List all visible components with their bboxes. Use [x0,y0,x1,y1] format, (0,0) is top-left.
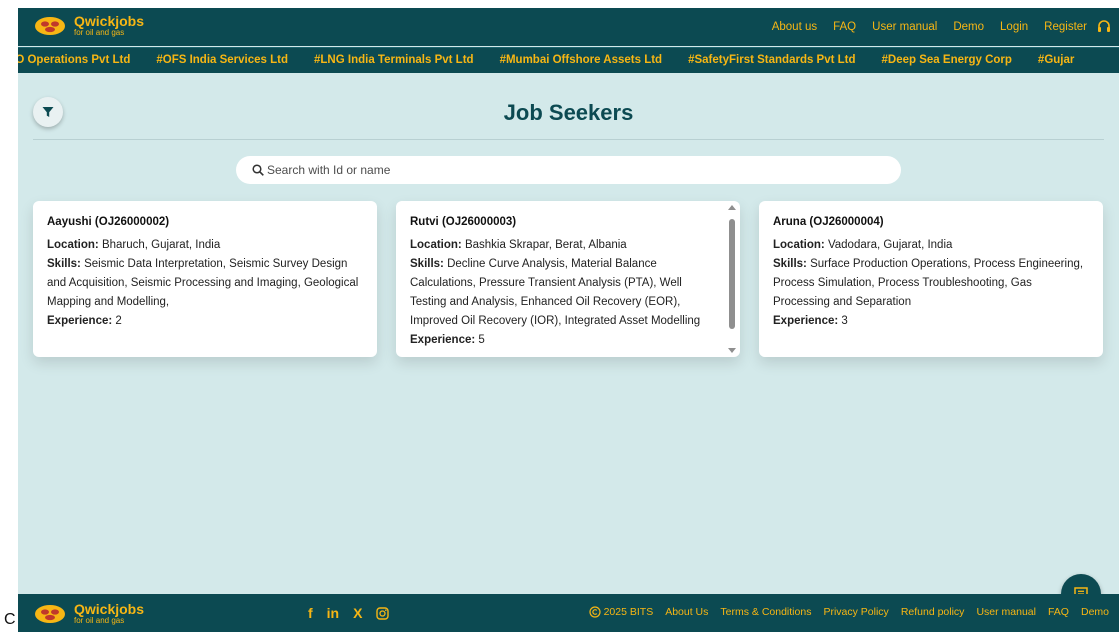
nav-register[interactable]: Register [1044,21,1087,33]
footer-about-us[interactable]: About Us [665,606,708,618]
title-divider [33,139,1104,140]
seeker-experience: Experience: 3 [773,315,848,327]
seeker-name: Rutvi (OJ26000003) [410,216,517,228]
seeker-name: Aayushi (OJ26000002) [47,216,170,228]
search-input[interactable] [267,163,867,177]
x-twitter-icon[interactable]: X [353,605,362,621]
brand-name: Qwickjobs [74,13,145,29]
seeker-card[interactable]: Aayushi (OJ26000002) Location: Bharuch, … [33,201,377,357]
linkedin-icon[interactable]: in [327,605,339,621]
search-icon [252,164,264,176]
footer-brand-logo[interactable]: Qwickjobs for oil and gas [34,602,144,625]
scrollbar-thumb[interactable] [729,219,735,329]
nav-about-us[interactable]: About us [772,21,817,33]
footer-faq[interactable]: FAQ [1048,606,1069,618]
footer-brand-tagline: for oil and gas [74,616,125,625]
logo-icon [35,604,65,623]
brand-tagline: for oil and gas [74,28,125,37]
seeker-location: Location: Vadodara, Gujarat, India [773,239,953,251]
seeker-card[interactable]: Rutvi (OJ26000003) Location: Bashkia Skr… [396,201,740,357]
search-bar[interactable] [236,156,901,184]
ticker-item[interactable]: #OFS India Services Ltd [156,54,288,66]
ticker-item[interactable]: #Mumbai Offshore Assets Ltd [500,54,663,66]
seeker-skills: Skills: Seismic Data Interpretation, Sei… [47,258,359,308]
copyright-icon [588,606,601,618]
seeker-skills: Skills: Surface Production Operations, P… [773,258,1084,308]
seeker-location: Location: Bashkia Skrapar, Berat, Albani… [410,239,627,251]
ticker-item[interactable]: #Gujar [1038,54,1074,66]
app-window: Qwickjobs for oil and gas About us FAQ U… [18,8,1119,632]
card-scrollbar[interactable] [728,205,736,353]
footer-demo[interactable]: Demo [1081,606,1109,618]
seeker-location: Location: Bharuch, Gujarat, India [47,239,221,251]
logo-icon [35,16,65,35]
nav-user-manual[interactable]: User manual [872,21,937,33]
page-title: Job Seekers [503,100,634,125]
brand-logo[interactable]: Qwickjobs for oil and gas [34,14,144,37]
seeker-experience: Experience: 5 [410,334,485,346]
nav-faq[interactable]: FAQ [833,21,856,33]
main-nav: About us FAQ User manual Demo Login Regi… [756,8,1111,46]
headset-icon[interactable] [1097,20,1111,34]
ticker-item[interactable]: PSO Operations Pvt Ltd [18,54,130,66]
footer-privacy[interactable]: Privacy Policy [823,606,888,618]
seeker-experience: Experience: 2 [47,315,122,327]
ticker-item[interactable]: #Deep Sea Energy Corp [882,54,1012,66]
footer-brand-name: Qwickjobs [74,601,145,617]
footer-links: 2025 BITS About Us Terms & Conditions Pr… [588,606,1109,618]
scroll-down-arrow-icon[interactable] [728,348,736,353]
instagram-icon[interactable] [376,606,390,620]
scroll-up-arrow-icon[interactable] [728,205,736,210]
social-links: f in X [308,605,390,621]
stray-text: C [4,611,16,628]
ticker-item[interactable]: #LNG India Terminals Pvt Ltd [314,54,474,66]
company-ticker: PSO Operations Pvt Ltd #OFS India Servic… [18,47,1119,73]
seeker-skills: Skills: Decline Curve Analysis, Material… [410,258,701,327]
nav-demo[interactable]: Demo [953,21,984,33]
facebook-icon[interactable]: f [308,605,313,621]
copyright: 2025 BITS [588,606,653,618]
seeker-card[interactable]: Aruna (OJ26000004) Location: Vadodara, G… [759,201,1103,357]
footer-refund[interactable]: Refund policy [901,606,965,618]
seeker-name: Aruna (OJ26000004) [773,216,884,228]
ticker-item[interactable]: #SafetyFirst Standards Pvt Ltd [688,54,855,66]
footer-terms[interactable]: Terms & Conditions [720,606,811,618]
nav-login[interactable]: Login [1000,21,1028,33]
footer: Qwickjobs for oil and gas f in X 2025 BI… [18,594,1119,632]
top-header: Qwickjobs for oil and gas About us FAQ U… [18,8,1119,46]
footer-user-manual[interactable]: User manual [976,606,1036,618]
